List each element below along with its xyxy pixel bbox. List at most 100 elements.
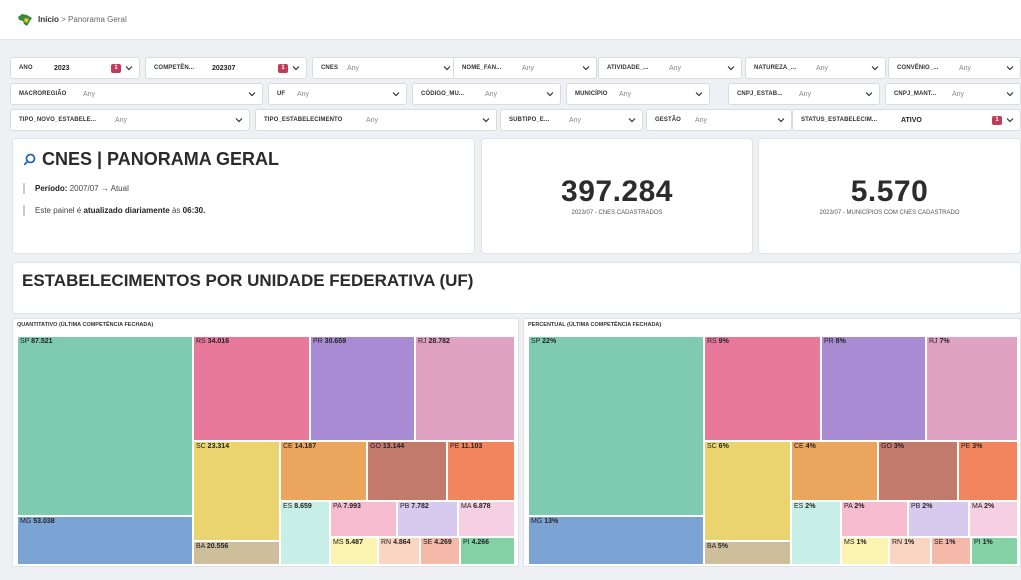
filter-value[interactable]: Any bbox=[83, 91, 95, 98]
filter-atividade[interactable]: ATIVIDADE_... Any bbox=[598, 57, 742, 79]
filter-value[interactable]: Any bbox=[115, 117, 127, 124]
treemap-tile-label: SE 1% bbox=[934, 539, 956, 546]
filter-value[interactable]: Any bbox=[485, 91, 497, 98]
filter-label: STATUS_ESTABELECIM... bbox=[801, 117, 878, 123]
treemap-tile-pe[interactable]: PE 11.103 bbox=[447, 441, 515, 501]
treemap-tile-pr[interactable]: PR 8% bbox=[821, 336, 926, 441]
treemap-tile-label: PI 1% bbox=[974, 539, 993, 546]
filter-value[interactable]: Any bbox=[959, 65, 971, 72]
filter-value[interactable]: Any bbox=[347, 65, 359, 72]
filter-cnes[interactable]: CNES Any bbox=[312, 57, 458, 79]
chevron-down-icon[interactable] bbox=[582, 64, 590, 72]
chevron-down-icon[interactable] bbox=[248, 90, 256, 98]
chevron-down-icon[interactable] bbox=[1006, 64, 1014, 72]
treemap-tile-mg[interactable]: MG 13% bbox=[528, 516, 704, 565]
filter-tipo-estabelecimento[interactable]: TIPO_ESTABELECIMENTO Any bbox=[255, 109, 497, 131]
treemap-tile-ba[interactable]: BA 20.556 bbox=[193, 541, 280, 565]
filter-município[interactable]: MUNICÍPIO Any bbox=[566, 83, 710, 105]
chevron-down-icon[interactable] bbox=[482, 116, 490, 124]
chevron-down-icon[interactable] bbox=[235, 116, 243, 124]
filter-uf[interactable]: UF Any bbox=[268, 83, 407, 105]
chevron-down-icon[interactable] bbox=[292, 64, 300, 72]
chevron-down-icon[interactable] bbox=[628, 116, 636, 124]
treemap-tile-rj[interactable]: RJ 7% bbox=[926, 336, 1018, 441]
treemap-tile-sp[interactable]: SP 22% bbox=[528, 336, 704, 516]
filter-nome-fan[interactable]: NOME_FAN... Any bbox=[453, 57, 597, 79]
treemap-tile-ce[interactable]: CE 14.187 bbox=[280, 441, 367, 501]
treemap-tile-es[interactable]: ES 8.659 bbox=[280, 501, 330, 565]
treemap-tile-se[interactable]: SE 1% bbox=[931, 537, 971, 565]
filter-value[interactable]: Any bbox=[799, 91, 811, 98]
treemap-tile-go[interactable]: GO 3% bbox=[878, 441, 958, 501]
filter-value[interactable]: 2023 bbox=[54, 65, 70, 72]
filter-value[interactable]: Any bbox=[816, 65, 828, 72]
filter-ano[interactable]: ANO 2023 1 bbox=[10, 57, 140, 79]
filter-competên[interactable]: COMPETÊN... 202307 1 bbox=[145, 57, 307, 79]
filter-convênio[interactable]: CONVÊNIO_... Any bbox=[888, 57, 1021, 79]
kpi-caption-cnes: 2023/07 - CNES CADASTRADOS bbox=[571, 210, 663, 216]
filter-tipo-novo-estabele[interactable]: TIPO_NOVO_ESTABELE... Any bbox=[10, 109, 250, 131]
filter-natureza[interactable]: NATUREZA_... Any bbox=[745, 57, 886, 79]
filter-subtipo-e[interactable]: SUBTIPO_E... Any bbox=[500, 109, 643, 131]
treemap-tile-pb[interactable]: PB 7.782 bbox=[397, 501, 458, 537]
brazil-map-logo-icon[interactable] bbox=[16, 12, 34, 28]
chevron-down-icon[interactable] bbox=[871, 64, 879, 72]
chevron-down-icon[interactable] bbox=[1006, 90, 1014, 98]
filter-value[interactable]: Any bbox=[522, 65, 534, 72]
treemap-tile-mg[interactable]: MG 53.038 bbox=[17, 516, 193, 565]
chevron-down-icon[interactable] bbox=[443, 64, 451, 72]
filter-value[interactable]: Any bbox=[619, 91, 631, 98]
chevron-down-icon[interactable] bbox=[865, 90, 873, 98]
treemap-tile-rs[interactable]: RS 9% bbox=[704, 336, 821, 441]
filter-count-badge: 1 bbox=[278, 64, 288, 73]
treemap-tile-pe[interactable]: PE 3% bbox=[958, 441, 1018, 501]
treemap-tile-rn[interactable]: RN 1% bbox=[889, 537, 931, 565]
treemap-tile-rn[interactable]: RN 4.864 bbox=[378, 537, 420, 565]
treemap-tile-sp[interactable]: SP 87.521 bbox=[17, 336, 193, 516]
treemap-tile-sc[interactable]: SC 6% bbox=[704, 441, 791, 541]
treemap-tile-pa[interactable]: PA 7.993 bbox=[330, 501, 397, 537]
filter-value[interactable]: Any bbox=[569, 117, 581, 124]
treemap-tile-ma[interactable]: MA 2% bbox=[969, 501, 1018, 537]
chevron-down-icon[interactable] bbox=[1006, 116, 1014, 124]
treemap-tile-label: PA 7.993 bbox=[333, 503, 361, 510]
treemap-tile-pb[interactable]: PB 2% bbox=[908, 501, 969, 537]
chevron-down-icon[interactable] bbox=[727, 64, 735, 72]
filter-value[interactable]: Any bbox=[952, 91, 964, 98]
filter-value[interactable]: ATIVO bbox=[901, 117, 922, 124]
filter-código-mu[interactable]: CÓDIGO_MU... Any bbox=[412, 83, 561, 105]
chevron-down-icon[interactable] bbox=[125, 64, 133, 72]
chevron-down-icon[interactable] bbox=[546, 90, 554, 98]
treemap-tile-se[interactable]: SE 4.269 bbox=[420, 537, 460, 565]
treemap-tile-es[interactable]: ES 2% bbox=[791, 501, 841, 565]
treemap-tile-ba[interactable]: BA 5% bbox=[704, 541, 791, 565]
filter-status-estabelecim[interactable]: STATUS_ESTABELECIM... ATIVO 1 bbox=[792, 109, 1021, 131]
treemap-tile-rs[interactable]: RS 34.016 bbox=[193, 336, 310, 441]
filter-gestão[interactable]: GESTÃO Any bbox=[646, 109, 792, 131]
treemap-tile-go[interactable]: GO 13.144 bbox=[367, 441, 447, 501]
breadcrumb: Início > Panorama Geral bbox=[38, 15, 127, 24]
treemap-tile-pa[interactable]: PA 2% bbox=[841, 501, 908, 537]
filter-cnpj-mant[interactable]: CNPJ_MANT... Any bbox=[885, 83, 1021, 105]
treemap-tile-ma[interactable]: MA 6.878 bbox=[458, 501, 515, 537]
treemap-tile-pi[interactable]: PI 4.266 bbox=[460, 537, 515, 565]
treemap-tile-sc[interactable]: SC 23.314 bbox=[193, 441, 280, 541]
chevron-down-icon[interactable] bbox=[777, 116, 785, 124]
filter-cnpj-estab[interactable]: CNPJ_ESTAB... Any bbox=[728, 83, 880, 105]
filter-value[interactable]: Any bbox=[366, 117, 378, 124]
chevron-down-icon[interactable] bbox=[695, 90, 703, 98]
treemap-tile-ce[interactable]: CE 4% bbox=[791, 441, 878, 501]
treemap-tile-pi[interactable]: PI 1% bbox=[971, 537, 1018, 565]
treemap-tile-pr[interactable]: PR 30.659 bbox=[310, 336, 415, 441]
filter-value[interactable]: Any bbox=[297, 91, 309, 98]
chevron-down-icon[interactable] bbox=[392, 90, 400, 98]
filter-value[interactable]: Any bbox=[669, 65, 681, 72]
filter-macroregião[interactable]: MACROREGIÃO Any bbox=[10, 83, 263, 105]
filter-value[interactable]: 202307 bbox=[212, 65, 235, 72]
filter-value[interactable]: Any bbox=[695, 117, 707, 124]
treemap-panel-percentual: PERCENTUAL (ÚLTIMA COMPETÊNCIA FECHADA) … bbox=[523, 318, 1021, 567]
treemap-tile-ms[interactable]: MS 5.487 bbox=[330, 537, 378, 565]
treemap-tile-ms[interactable]: MS 1% bbox=[841, 537, 889, 565]
treemap-tile-rj[interactable]: RJ 28.782 bbox=[415, 336, 515, 441]
breadcrumb-home-link[interactable]: Início bbox=[38, 15, 59, 24]
